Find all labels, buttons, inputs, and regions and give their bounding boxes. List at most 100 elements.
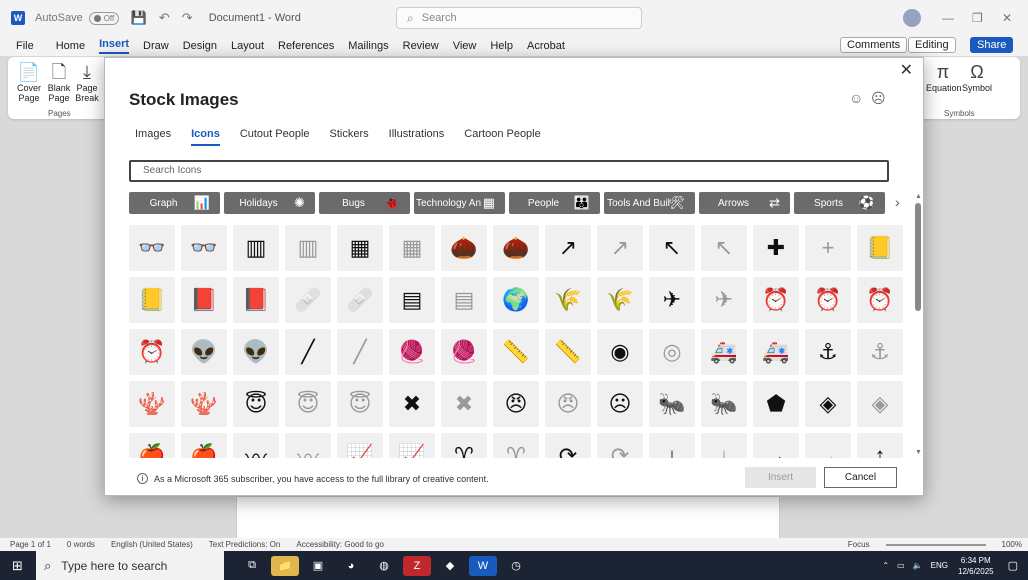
file-explorer-icon[interactable]: 📁: [271, 555, 299, 576]
network-icon[interactable]: ▭: [897, 561, 905, 570]
chart-outline-icon[interactable]: 📈: [389, 433, 435, 458]
apple-outline-icon[interactable]: 🍎: [181, 433, 227, 458]
arrow-up-icon[interactable]: ↑: [857, 433, 903, 458]
address-book-2-outline-icon[interactable]: 📕: [233, 277, 279, 323]
windows-start-icon[interactable]: ⊞: [12, 558, 23, 574]
avatar[interactable]: [903, 9, 921, 27]
arrow-curve-right-icon[interactable]: ↗: [545, 225, 591, 271]
cover-page-button[interactable]: 📄 Cover Page: [16, 61, 42, 103]
save-icon[interactable]: 💾: [131, 10, 147, 26]
title-search[interactable]: ⌕ Search: [396, 7, 642, 29]
yarn-outline-icon[interactable]: 🧶: [441, 329, 487, 375]
word-count[interactable]: 0 words: [67, 540, 95, 549]
chart-icon[interactable]: 📈: [337, 433, 383, 458]
page-count[interactable]: Page 1 of 1: [10, 540, 51, 549]
share-button[interactable]: Share: [970, 37, 1014, 53]
address-book-2-icon[interactable]: 📕: [181, 277, 227, 323]
anger-symbol-icon[interactable]: ✖: [389, 381, 435, 427]
clock[interactable]: 6:34 PM 12/6/2025: [958, 555, 994, 577]
arrow-curve-left-outline-icon[interactable]: ↖: [701, 225, 747, 271]
abacus-wide-outline-icon[interactable]: ▦: [389, 225, 435, 271]
ambulance-outline-icon[interactable]: 🚑: [753, 329, 799, 375]
autosave-toggle[interactable]: Off: [88, 11, 119, 25]
yarn-icon[interactable]: 🧶: [389, 329, 435, 375]
plus-icon[interactable]: ✚: [753, 225, 799, 271]
arrow-circle-outline-icon[interactable]: ⟳: [597, 433, 643, 458]
cancel-button[interactable]: Cancel: [824, 467, 897, 488]
category-chip[interactable]: Holidays ✺: [224, 192, 315, 214]
category-chip[interactable]: Sports ⚽: [794, 192, 885, 214]
bandage-outline-icon[interactable]: 🩹: [337, 277, 383, 323]
alarm-ringing-icon[interactable]: ⏰: [857, 277, 903, 323]
scroll-down-icon[interactable]: ▼: [915, 449, 922, 456]
menu-home[interactable]: Home: [56, 40, 85, 52]
menu-view[interactable]: View: [453, 40, 477, 52]
redo-icon[interactable]: ↷: [182, 10, 193, 26]
button-outline-icon[interactable]: ◎: [649, 329, 695, 375]
page-break-button[interactable]: ⤓ Page Break: [74, 61, 100, 103]
arrow-down-icon[interactable]: ↓: [649, 433, 695, 458]
tab-cartoon-people[interactable]: Cartoon People: [464, 128, 540, 146]
coral-outline-icon[interactable]: 🪸: [181, 381, 227, 427]
acorn-outline-icon[interactable]: 🌰: [493, 225, 539, 271]
alarm-clock-outline-icon[interactable]: ⏰: [805, 277, 851, 323]
acorn-icon[interactable]: 🌰: [441, 225, 487, 271]
tab-illustrations[interactable]: Illustrations: [389, 128, 445, 146]
knitting-needle-icon[interactable]: ╱: [285, 329, 331, 375]
category-chip[interactable]: Bugs 🐞: [319, 192, 410, 214]
undo-icon[interactable]: ↶: [159, 10, 170, 26]
equation-button[interactable]: π Equation: [926, 61, 962, 93]
volume-icon[interactable]: 🔈: [913, 561, 923, 570]
farm-field-outline-icon[interactable]: 🌾: [597, 277, 643, 323]
filezilla-icon[interactable]: Z: [403, 555, 431, 576]
address-book-icon[interactable]: 📒: [857, 225, 903, 271]
icon-search-input[interactable]: Search Icons: [129, 160, 889, 182]
anger-symbol-outline-icon[interactable]: ✖: [441, 381, 487, 427]
taskbar-search[interactable]: ⌕ Type here to search: [36, 551, 224, 580]
glasses-3d-outline-icon[interactable]: 👓: [181, 225, 227, 271]
tab-images[interactable]: Images: [135, 128, 171, 146]
plus-outline-icon[interactable]: +: [805, 225, 851, 271]
angel-face-2-icon[interactable]: 😇: [337, 381, 383, 427]
menu-layout[interactable]: Layout: [231, 40, 264, 52]
arrow-circle-icon[interactable]: ⟳: [545, 433, 591, 458]
aries-outline-icon[interactable]: ♈: [493, 433, 539, 458]
chevron-up-icon[interactable]: ⌃: [882, 561, 889, 570]
alien-icon[interactable]: 👽: [181, 329, 227, 375]
tape-measure-icon[interactable]: 📏: [493, 329, 539, 375]
chrome-icon[interactable]: ◕: [337, 556, 365, 576]
farm-field-icon[interactable]: 🌾: [545, 277, 591, 323]
arrow-down-outline-icon[interactable]: ↓: [701, 433, 747, 458]
antarctica-icon[interactable]: ⬟: [753, 381, 799, 427]
symbol-button[interactable]: Ω Symbol: [962, 61, 992, 93]
category-chip[interactable]: Graph 📊: [129, 192, 220, 214]
arrow-right-outline-icon[interactable]: →: [805, 433, 851, 458]
wave-outline-icon[interactable]: 〰: [285, 433, 331, 458]
abacus-outline-icon[interactable]: ▥: [285, 225, 331, 271]
app-icon[interactable]: ◍: [370, 556, 398, 576]
arrow-curve-right-outline-icon[interactable]: ↗: [597, 225, 643, 271]
address-book-outline-icon[interactable]: 📒: [129, 277, 175, 323]
billboard-icon[interactable]: ▤: [389, 277, 435, 323]
angel-face-outline-icon[interactable]: 😇: [285, 381, 331, 427]
anchor-icon[interactable]: ⚓: [805, 329, 851, 375]
category-chip[interactable]: Technology An ▦: [414, 192, 505, 214]
menu-draw[interactable]: Draw: [143, 40, 169, 52]
tape-measure-outline-icon[interactable]: 📏: [545, 329, 591, 375]
close-window-button[interactable]: ✕: [1002, 11, 1012, 25]
abacus-wide-icon[interactable]: ▦: [337, 225, 383, 271]
arrow-right-icon[interactable]: →: [753, 433, 799, 458]
tab-stickers[interactable]: Stickers: [330, 128, 369, 146]
menu-mailings[interactable]: Mailings: [348, 40, 388, 52]
task-view-icon[interactable]: ⧉: [238, 556, 266, 576]
category-chip[interactable]: Arrows ⇄: [699, 192, 790, 214]
aries-icon[interactable]: ♈: [441, 433, 487, 458]
aperture-outline-icon[interactable]: ◈: [857, 381, 903, 427]
chevron-right-icon[interactable]: ›: [895, 194, 900, 210]
wave-icon[interactable]: 〰: [233, 433, 279, 458]
insert-button[interactable]: Insert: [745, 467, 816, 488]
apple-icon[interactable]: 🍎: [129, 433, 175, 458]
angel-face-icon[interactable]: 😇: [233, 381, 279, 427]
comments-button[interactable]: Comments: [840, 37, 908, 53]
grid-scrollbar[interactable]: ▲ ▼: [915, 193, 922, 457]
